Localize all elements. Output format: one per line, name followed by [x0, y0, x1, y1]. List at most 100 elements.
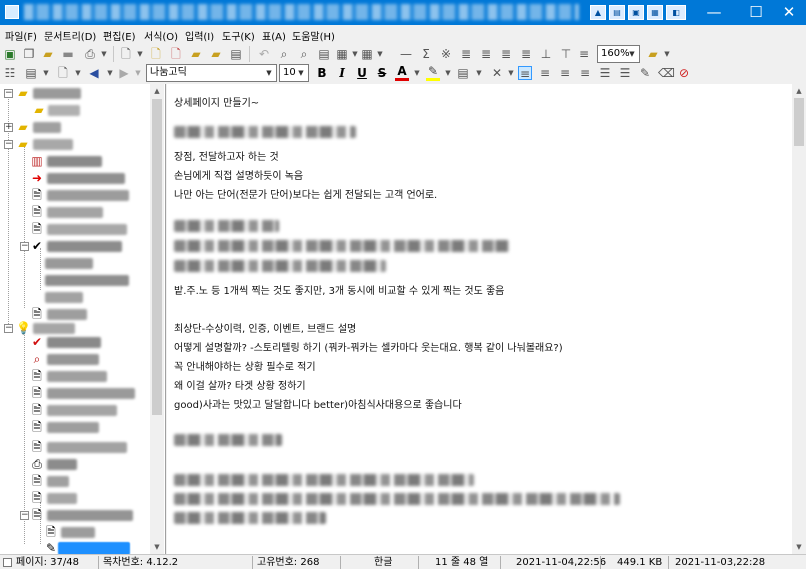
status-checkbox[interactable]: [3, 558, 12, 567]
caption-tool3-icon[interactable]: ▦: [647, 5, 663, 20]
collapse-icon[interactable]: −: [20, 511, 29, 520]
tree-node[interactable]: [0, 289, 150, 306]
hr-icon[interactable]: —: [399, 47, 413, 61]
tree-node[interactable]: 🗎: [0, 204, 150, 221]
strike-button[interactable]: S: [375, 66, 389, 80]
caption-tool4-icon[interactable]: ◧: [666, 5, 686, 20]
special-char-icon[interactable]: ※: [439, 47, 453, 61]
editor-scroll-thumb[interactable]: [794, 98, 804, 146]
forward-arrow-icon[interactable]: ▶: [117, 66, 131, 80]
caption-tool2-icon[interactable]: ▣: [628, 5, 644, 20]
open-folder-icon[interactable]: ▰: [41, 47, 55, 61]
attach-icon[interactable]: 🗋: [169, 47, 183, 61]
undo-icon[interactable]: ↶: [257, 47, 271, 61]
bookmark-icon[interactable]: ▰: [646, 47, 660, 61]
properties-icon[interactable]: ▤: [229, 47, 243, 61]
zoom-select[interactable]: 160% ▼: [597, 45, 640, 63]
copy-doc-icon[interactable]: ❐: [22, 47, 36, 61]
spacing2-icon[interactable]: ⊤: [559, 47, 573, 61]
menu-help[interactable]: 도움말(H): [292, 28, 335, 43]
bg-color-icon[interactable]: ▤: [456, 66, 470, 80]
print-dropdown-icon[interactable]: ▼: [97, 47, 111, 61]
document-tree[interactable]: − ▰ ▰ + ▰ − ▰ ▥ ➜ 🗎 🗎 🗎 − ✔ 🗎 − 💡 ✔ ⌕ 🗎 …: [0, 84, 166, 554]
underline-button[interactable]: U: [355, 66, 369, 80]
align-left-icon[interactable]: ≡: [518, 66, 532, 81]
paragraph-icon[interactable]: ≡: [577, 47, 591, 61]
menu-file[interactable]: 파일(F): [5, 28, 37, 43]
outdent-icon[interactable]: ≣: [459, 47, 473, 61]
page-style-icon[interactable]: 🗋: [56, 66, 70, 80]
font-color-dropdown-icon[interactable]: ▼: [410, 66, 424, 80]
tree-node[interactable]: 🗎: [0, 368, 150, 385]
new-page-icon[interactable]: 🗋: [119, 47, 133, 61]
tree-node[interactable]: ▥: [0, 153, 150, 170]
tree-node[interactable]: ▰: [0, 102, 150, 119]
caption-tool1-icon[interactable]: ▤: [609, 5, 625, 20]
tree-node[interactable]: ⎙: [0, 456, 150, 473]
replace-icon[interactable]: ⌕: [297, 47, 311, 61]
minimize-button[interactable]: —: [692, 0, 736, 25]
doc-props-icon[interactable]: ▤: [24, 66, 38, 80]
editor-scrollbar[interactable]: ▲ ▼: [792, 84, 806, 554]
menu-edit[interactable]: 편집(E): [103, 28, 136, 43]
collapse-icon[interactable]: −: [4, 89, 13, 98]
indent-icon[interactable]: ≣: [479, 47, 493, 61]
close-button[interactable]: ✕: [767, 0, 806, 25]
tree-node[interactable]: ✔: [0, 334, 150, 351]
collapse-icon[interactable]: −: [4, 324, 13, 333]
tree-node[interactable]: 🗎: [0, 187, 150, 204]
back-dropdown-icon[interactable]: ▼: [103, 66, 117, 80]
format-painter-icon[interactable]: ✎: [638, 66, 652, 80]
tree-view-icon[interactable]: ▣: [3, 47, 17, 61]
grid-dropdown-icon[interactable]: ▼: [373, 47, 387, 61]
menu-table[interactable]: 표(A): [262, 28, 286, 43]
bullet-list-icon[interactable]: ☰: [598, 66, 612, 80]
tree-scrollbar[interactable]: ▲ ▼: [150, 84, 164, 554]
italic-button[interactable]: I: [335, 66, 349, 80]
numbered-list-icon[interactable]: ☰: [618, 66, 632, 80]
caption-up-icon[interactable]: ▲: [590, 5, 606, 20]
bold-button[interactable]: B: [315, 66, 329, 80]
save-icon[interactable]: ▬: [61, 47, 75, 61]
tree-node[interactable]: 🗎: [0, 439, 150, 456]
tree-node[interactable]: 🗎: [0, 490, 150, 507]
menu-insert[interactable]: 입력(I): [185, 28, 214, 43]
tree-node[interactable]: 🗎: [0, 473, 150, 490]
scroll-up-icon[interactable]: ▲: [150, 84, 164, 98]
tree-scroll-thumb[interactable]: [152, 99, 162, 415]
highlight-dropdown-icon[interactable]: ▼: [441, 66, 455, 80]
tree-node[interactable]: 🗎: [0, 385, 150, 402]
doc-props-dropdown-icon[interactable]: ▼: [39, 66, 53, 80]
page-icon[interactable]: ▤: [317, 47, 331, 61]
collapse-icon[interactable]: −: [20, 242, 29, 251]
bg-color-dropdown-icon[interactable]: ▼: [472, 66, 486, 80]
find-doc-icon[interactable]: ⌕: [277, 47, 291, 61]
scroll-down-icon[interactable]: ▼: [150, 540, 164, 554]
table-insert-icon[interactable]: ▦: [335, 47, 349, 61]
sum-icon[interactable]: Σ: [419, 47, 433, 61]
tree-node[interactable]: [0, 255, 150, 272]
print-icon[interactable]: ⎙: [83, 47, 97, 61]
new-note-icon[interactable]: 🗋: [149, 47, 163, 61]
back-arrow-icon[interactable]: ◀: [87, 66, 101, 80]
font-color-button[interactable]: A: [395, 65, 409, 81]
line-up-icon[interactable]: ≣: [499, 47, 513, 61]
tree-node[interactable]: [0, 272, 150, 289]
folder-move-icon[interactable]: ▰: [209, 47, 223, 61]
tree-node[interactable]: − ✔: [0, 238, 150, 255]
tree-node[interactable]: 🗎: [0, 419, 150, 436]
menu-doctree[interactable]: 문서트리(D): [44, 28, 96, 43]
highlight-icon[interactable]: ✎: [426, 65, 440, 81]
new-dropdown-icon[interactable]: ▼: [133, 47, 147, 61]
line-down-icon[interactable]: ≣: [519, 47, 533, 61]
tree-node[interactable]: ➜: [0, 170, 150, 187]
grid-icon[interactable]: ▦: [360, 47, 374, 61]
font-size-select[interactable]: 10 ▼: [279, 64, 309, 82]
tree-node[interactable]: + ▰: [0, 119, 150, 136]
tree-node[interactable]: 🗎: [0, 524, 150, 541]
superscript-icon[interactable]: ✕: [490, 66, 504, 80]
outline-icon[interactable]: ☷: [3, 66, 17, 80]
spacing-icon[interactable]: ⊥: [539, 47, 553, 61]
tree-node[interactable]: 🗎: [0, 221, 150, 238]
tree-node[interactable]: − ▰: [0, 136, 150, 153]
